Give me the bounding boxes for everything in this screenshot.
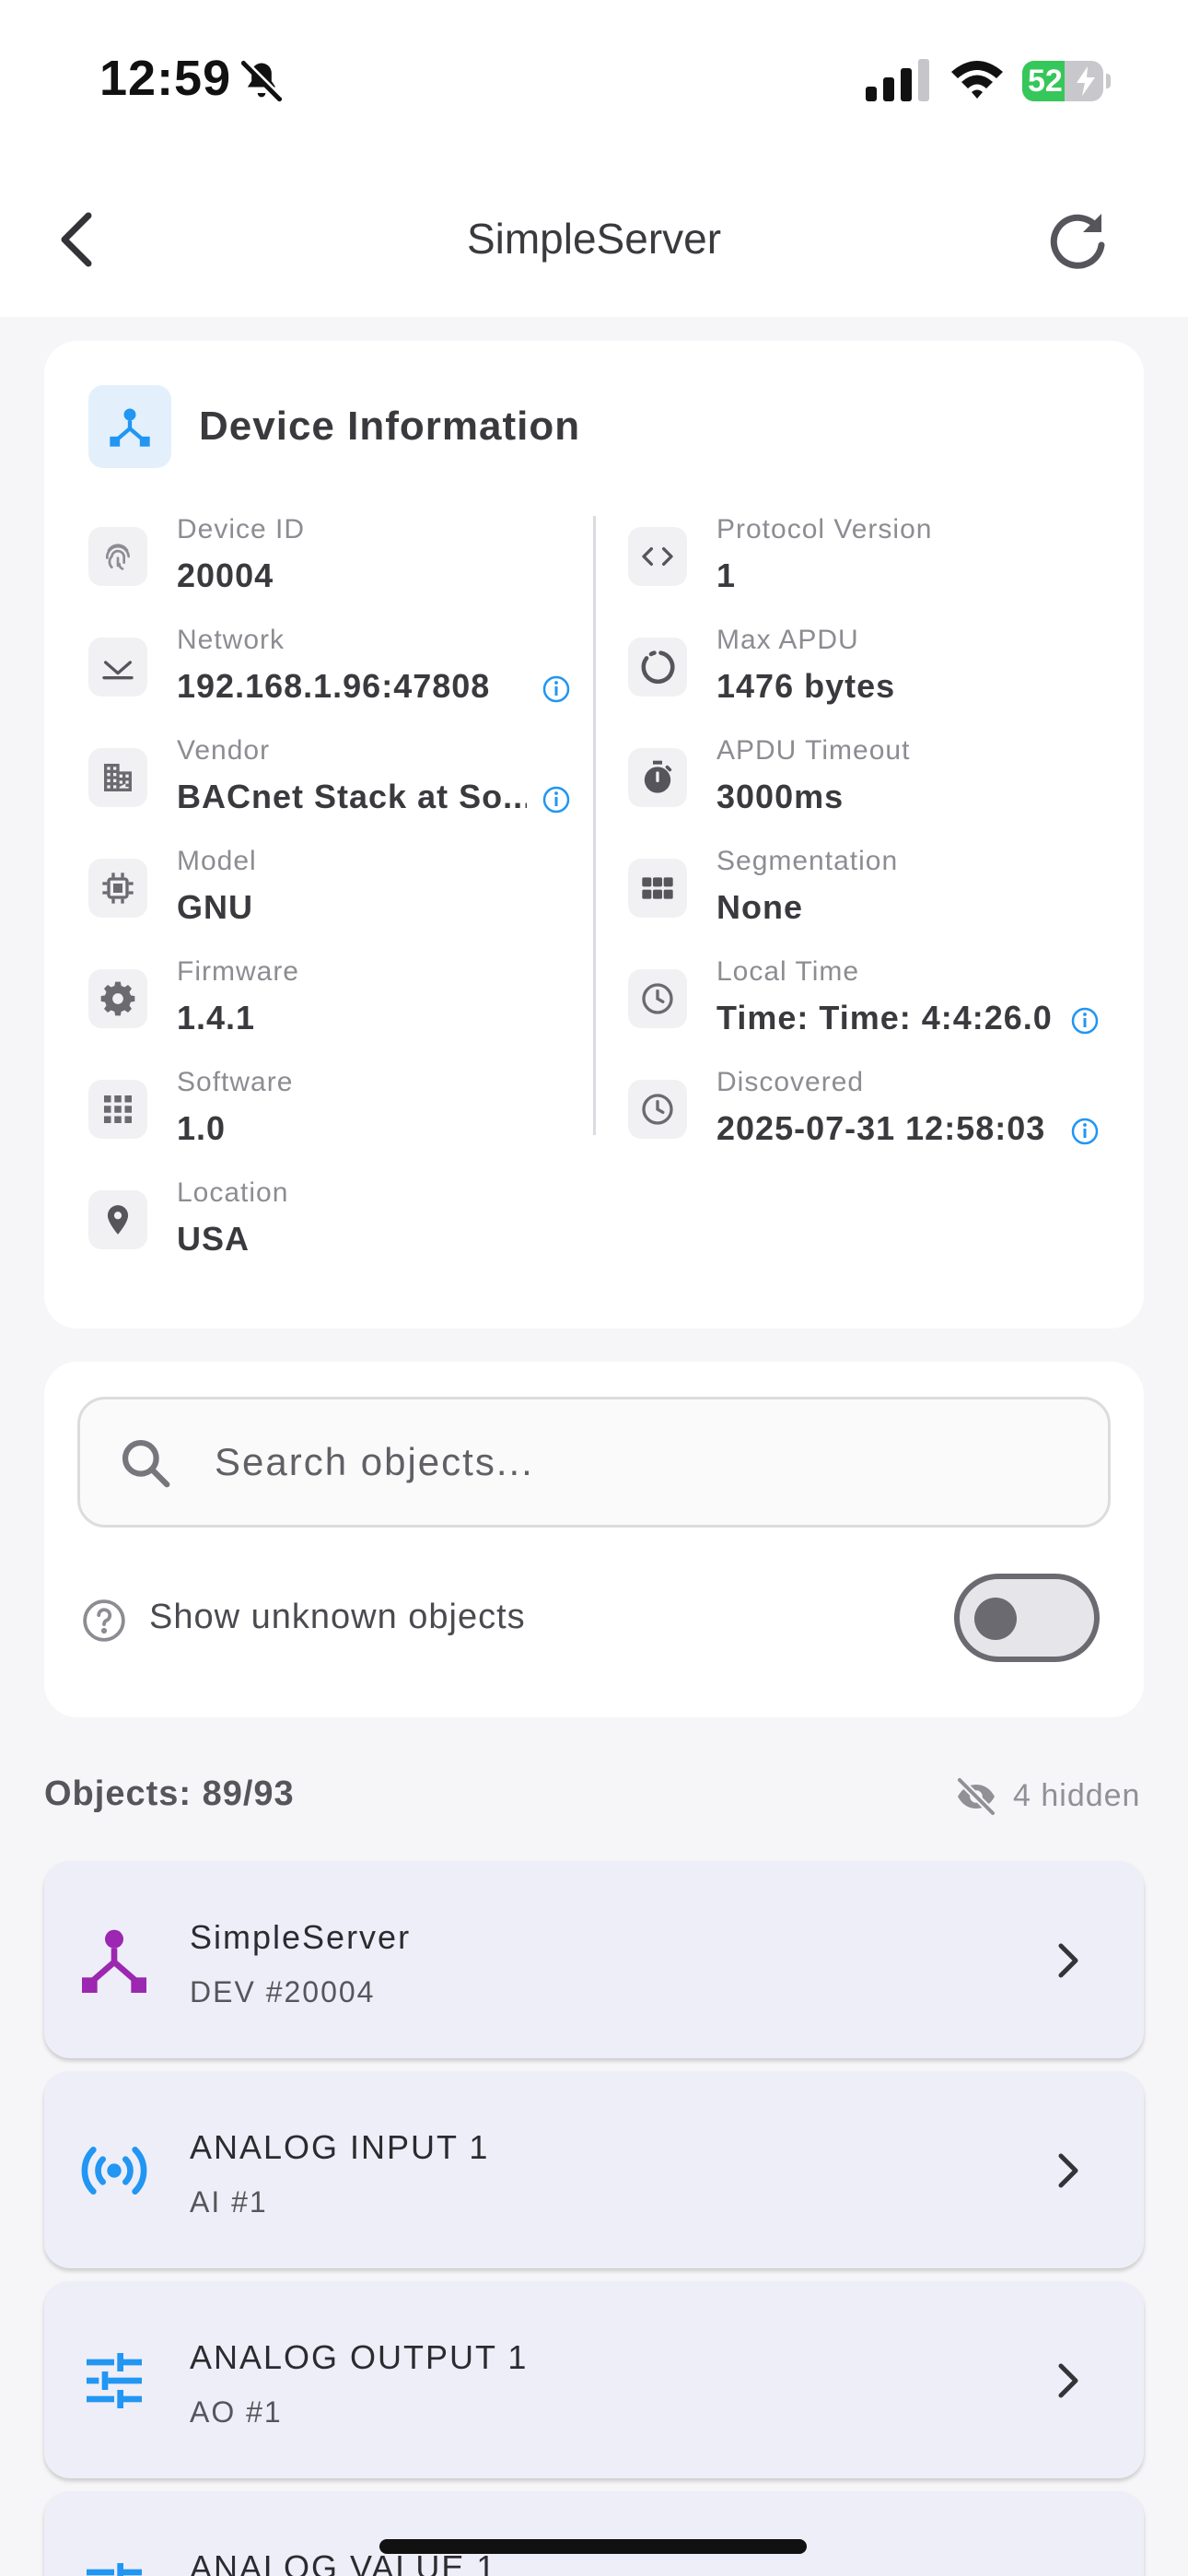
info-network: Network 192.168.1.96:47808 [88,625,570,726]
info-tooltip-icon[interactable] [1070,1117,1100,1146]
progress-ring-icon [628,638,687,697]
clock-icon [628,969,687,1028]
top-bar-background [0,0,1188,317]
info-protocol-version: Protocol Version 1 [628,514,1107,615]
info-tooltip-icon[interactable] [1070,1006,1100,1036]
info-vendor: Vendor BACnet Stack at So... [88,735,570,837]
toggle-knob [974,1598,1017,1640]
info-device-id: Device ID 20004 [88,514,567,615]
device-info-card: Device Information Device ID 20004 Netwo… [44,341,1144,1329]
search-icon [122,1439,170,1488]
broadcast-sensor-icon [81,2147,147,2195]
info-apdu-timeout: APDU Timeout 3000ms [628,735,1107,837]
bell-muted-icon [240,59,284,102]
stopwatch-icon [628,748,687,807]
info-model: Model GNU [88,846,567,947]
fingerprint-icon [88,527,147,586]
device-hub-icon [82,1929,146,1993]
chip-icon [88,859,147,918]
battery-indicator: 52 [1022,61,1111,101]
search-box[interactable] [77,1397,1111,1528]
eye-off-icon [957,1777,996,1816]
info-firmware: Firmware 1.4.1 [88,956,567,1058]
sliders-icon [87,2563,142,2576]
show-unknown-label: Show unknown objects [149,1598,526,1636]
device-info-title: Device Information [199,404,581,449]
info-max-apdu: Max APDU 1476 bytes [628,625,1107,726]
info-location: Location USA [88,1177,567,1279]
page-title: SimpleServer [466,215,722,263]
help-circle-icon [83,1599,125,1642]
chevron-right-icon [1058,2363,1078,2398]
gear-icon [88,969,147,1028]
column-divider [593,516,596,1135]
cellular-signal-icon [866,59,929,101]
object-row-analog-output-1[interactable]: ANALOG OUTPUT 1 AO #1 [44,2281,1144,2478]
objects-count: Objects: 89/93 [44,1774,295,1813]
status-time: 12:59 [99,51,232,106]
info-local-time: Local Time Time: Time: 4:4:26.0 [628,956,1107,1058]
object-row-simpleserver[interactable]: SimpleServer DEV #20004 [44,1861,1144,2058]
chevron-right-icon [1058,2153,1078,2188]
object-name: ANALOG OUTPUT 1 [190,2338,529,2376]
object-name: SimpleServer [190,1918,412,1956]
object-row-analog-input-1[interactable]: ANALOG INPUT 1 AI #1 [44,2071,1144,2268]
network-icon [88,638,147,697]
battery-percent: 52 [1028,64,1063,99]
segments-grid-icon [628,859,687,918]
device-hub-icon [88,385,171,468]
wifi-icon [951,61,1003,99]
show-unknown-toggle[interactable] [954,1574,1100,1662]
object-id: AI #1 [190,2185,268,2219]
info-tooltip-icon[interactable] [542,785,571,814]
object-row-analog-value-1[interactable]: ANALOG VALUE 1 [44,2491,1144,2576]
building-icon [88,748,147,807]
home-indicator[interactable] [379,2539,807,2554]
code-icon [628,527,687,586]
search-filter-card: Show unknown objects [44,1362,1144,1717]
apps-grid-icon [88,1080,147,1139]
refresh-button[interactable] [1041,205,1114,278]
object-id: AO #1 [190,2395,283,2429]
search-input[interactable] [215,1425,1043,1499]
object-id: DEV #20004 [190,1975,376,2008]
info-software: Software 1.0 [88,1067,567,1168]
sliders-icon [87,2353,142,2408]
info-tooltip-icon[interactable] [542,674,571,704]
info-discovered: Discovered 2025-07-31 12:58:03 [628,1067,1107,1168]
info-segmentation: Segmentation None [628,846,1107,947]
object-name: ANALOG INPUT 1 [190,2128,490,2166]
clock-icon [628,1080,687,1139]
location-pin-icon [88,1190,147,1249]
chevron-right-icon [1058,1943,1078,1978]
charging-bolt-icon [1077,66,1095,96]
